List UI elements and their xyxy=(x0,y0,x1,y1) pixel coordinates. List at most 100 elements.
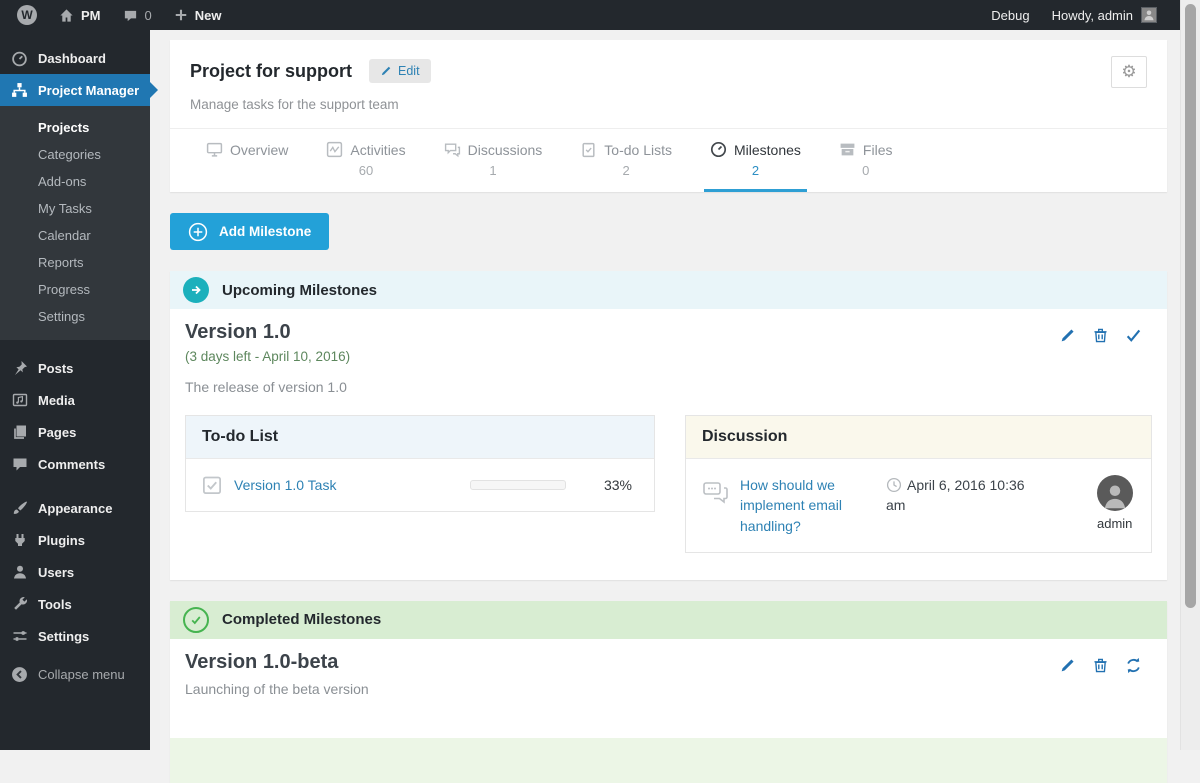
page-scrollbar[interactable] xyxy=(1180,0,1200,750)
project-tabs: Overview Activities 60 Discussions 1 To-… xyxy=(170,128,1167,192)
collapse-menu-label: Collapse menu xyxy=(38,666,125,682)
next-card-cutoff xyxy=(170,737,1167,783)
discussion-date-text: April 6, 2016 10:36 am xyxy=(886,477,1025,514)
tab-discussions[interactable]: Discussions 1 xyxy=(438,141,549,192)
submenu-item-projects[interactable]: Projects xyxy=(0,114,150,141)
sidebar-item-project-manager[interactable]: Project Manager xyxy=(0,74,158,106)
milestone-cards: To-do List Version 1.0 Task 33% Discussi… xyxy=(185,415,1152,580)
author-avatar xyxy=(1097,475,1133,511)
edit-project-button[interactable]: Edit xyxy=(369,59,431,83)
sidebar-content-group: Posts Media Pages Comments xyxy=(0,352,150,480)
upcoming-milestones-header: Upcoming Milestones xyxy=(170,271,1167,309)
admin-sidebar: Dashboard Project Manager Projects Categ… xyxy=(0,30,158,750)
tab-activities[interactable]: Activities 60 xyxy=(320,141,411,192)
milestone-actions xyxy=(1059,321,1152,344)
clock-icon xyxy=(886,477,902,493)
submenu-item-my-tasks[interactable]: My Tasks xyxy=(0,195,150,222)
tab-overview[interactable]: Overview xyxy=(200,141,294,192)
restore-milestone-icon[interactable] xyxy=(1125,657,1142,674)
collapse-menu-button[interactable]: Collapse menu xyxy=(0,658,150,690)
sidebar-item-label: Comments xyxy=(38,456,106,472)
add-milestone-button[interactable]: Add Milestone xyxy=(170,213,330,250)
admin-bar: W PM 0 New Debug Howdy, admin xyxy=(0,0,1200,30)
task-progress-bar xyxy=(469,480,566,490)
sidebar-item-posts[interactable]: Posts xyxy=(0,352,150,384)
completed-milestones-section: Completed Milestones Version 1.0-beta La… xyxy=(170,600,1167,783)
sidebar-item-label: Appearance xyxy=(38,500,113,516)
tab-label: Milestones xyxy=(734,141,801,158)
sidebar-item-label: Project Manager xyxy=(38,82,140,98)
sidebar-item-media[interactable]: Media xyxy=(0,384,150,416)
submenu-item-reports[interactable]: Reports xyxy=(0,249,150,276)
upcoming-milestone-body: Version 1.0 (3 days left - April 10, 201… xyxy=(170,309,1167,580)
tab-count: 0 xyxy=(862,163,870,178)
sidebar-item-users[interactable]: Users xyxy=(0,556,150,588)
sidebar-item-label: Plugins xyxy=(38,532,85,548)
edit-milestone-icon[interactable] xyxy=(1059,327,1076,344)
tab-label: Files xyxy=(862,141,893,158)
section-title: Upcoming Milestones xyxy=(222,281,378,299)
todo-list-card: To-do List Version 1.0 Task 33% xyxy=(185,415,655,512)
tab-count: 60 xyxy=(358,163,374,178)
discussion-date: April 6, 2016 10:36 am xyxy=(886,475,1046,516)
project-header: Project for support Edit ⚙ Manage tasks … xyxy=(170,40,1167,128)
project-manager-icon xyxy=(10,82,29,99)
sidebar-item-dashboard[interactable]: Dashboard xyxy=(0,42,150,74)
account-menu[interactable]: Howdy, admin xyxy=(1041,0,1168,30)
sidebar-item-comments[interactable]: Comments xyxy=(0,448,150,480)
edit-milestone-icon[interactable] xyxy=(1059,657,1076,674)
discussion-card-title: Discussion xyxy=(686,416,1151,459)
sidebar-admin-group: Appearance Plugins Users Tools Settings xyxy=(0,492,150,652)
dashboard-icon xyxy=(10,50,29,67)
activity-chart-icon xyxy=(326,141,343,158)
tab-label: Activities xyxy=(350,141,406,158)
sidebar-item-tools[interactable]: Tools xyxy=(0,588,150,620)
upcoming-milestones-section: Upcoming Milestones Version 1.0 (3 days … xyxy=(170,271,1167,580)
wordpress-logo-icon: W xyxy=(17,5,37,25)
completed-milestone-body: Version 1.0-beta Launching of the beta v… xyxy=(170,639,1167,783)
discussion-item-row: How should we implement email handling? … xyxy=(686,459,1151,552)
monitor-icon xyxy=(206,141,223,158)
admin-bar-left: W PM 0 New xyxy=(0,0,232,30)
tab-count: 2 xyxy=(751,163,760,178)
debug-menu[interactable]: Debug xyxy=(980,0,1040,30)
submenu-item-progress[interactable]: Progress xyxy=(0,276,150,303)
sidebar-item-appearance[interactable]: Appearance xyxy=(0,492,150,524)
delete-milestone-icon[interactable] xyxy=(1092,657,1109,674)
submenu-item-calendar[interactable]: Calendar xyxy=(0,222,150,249)
tab-todo-lists[interactable]: To-do Lists 2 xyxy=(574,141,678,192)
project-settings-button[interactable]: ⚙ xyxy=(1111,56,1147,88)
chat-bubbles-icon xyxy=(444,141,461,158)
tab-files[interactable]: Files 0 xyxy=(833,141,899,192)
new-content-button[interactable]: New xyxy=(163,0,233,30)
milestone-description: The release of version 1.0 xyxy=(185,379,347,395)
sidebar-item-plugins[interactable]: Plugins xyxy=(0,524,150,556)
gauge-icon xyxy=(710,141,727,158)
sidebar-item-settings[interactable]: Settings xyxy=(0,620,150,652)
submenu-item-settings[interactable]: Settings xyxy=(0,303,150,330)
discussion-topic-link[interactable]: How should we implement email handling? xyxy=(740,475,864,536)
comments-icon xyxy=(10,456,29,472)
checkbox-icon[interactable] xyxy=(202,475,222,495)
comments-shortcut[interactable]: 0 xyxy=(112,0,163,30)
author-name: admin xyxy=(1097,516,1133,531)
sidebar-item-pages[interactable]: Pages xyxy=(0,416,150,448)
tab-milestones[interactable]: Milestones 2 xyxy=(704,141,807,192)
submenu-item-addons[interactable]: Add-ons xyxy=(0,168,150,195)
submenu-item-categories[interactable]: Categories xyxy=(0,141,150,168)
delete-milestone-icon[interactable] xyxy=(1092,327,1109,344)
site-link[interactable]: PM xyxy=(48,0,112,30)
collapse-arrow-icon xyxy=(10,666,29,683)
milestone-title: Version 1.0-beta xyxy=(185,650,339,673)
edit-label: Edit xyxy=(398,64,420,78)
sidebar-item-label: Dashboard xyxy=(38,50,106,66)
tab-label: To-do Lists xyxy=(604,141,672,158)
scrollbar-thumb[interactable] xyxy=(1185,4,1196,608)
plus-icon xyxy=(174,8,188,22)
home-icon xyxy=(59,8,74,23)
discussion-card: Discussion How should we implement email… xyxy=(685,415,1152,553)
todo-task-link[interactable]: Version 1.0 Task xyxy=(234,477,336,493)
brush-icon xyxy=(10,500,29,516)
complete-milestone-icon[interactable] xyxy=(1125,327,1142,344)
wordpress-menu-button[interactable]: W xyxy=(6,0,48,30)
